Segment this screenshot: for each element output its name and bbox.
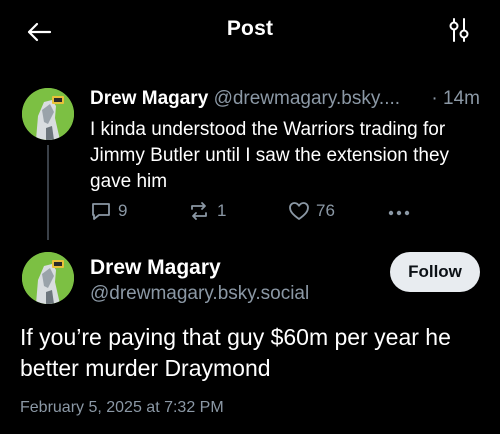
like-button[interactable]: 76 — [288, 200, 335, 222]
thread-line — [47, 145, 49, 240]
more-dots-icon — [388, 210, 410, 216]
post-actions: 9 1 76 — [90, 200, 490, 228]
avatar-image — [22, 252, 74, 304]
like-count: 76 — [316, 201, 335, 220]
avatar[interactable] — [22, 88, 74, 140]
repost-count: 1 — [217, 201, 227, 220]
post-text: If you’re paying that guy $60m per year … — [20, 324, 451, 381]
reply-icon — [92, 203, 110, 220]
handle[interactable]: @drewmagary.bsky.... — [214, 88, 400, 109]
filter-button[interactable] — [444, 15, 474, 45]
post-text: I kinda understood the Warriors trading … — [90, 119, 450, 192]
more-options-button[interactable] — [387, 202, 417, 224]
avatar[interactable] — [22, 252, 74, 304]
display-name[interactable]: Drew Magary — [90, 256, 221, 280]
heart-icon — [289, 202, 309, 220]
display-name[interactable]: Drew Magary — [90, 88, 208, 109]
post-time[interactable]: · 14m — [431, 88, 480, 110]
parent-author[interactable]: Drew Magary @drewmagary.bsky.... — [90, 88, 400, 110]
post-timestamp: February 5, 2025 at 7:32 PM — [20, 399, 224, 416]
follow-button[interactable]: Follow — [390, 252, 480, 292]
header: Post — [0, 0, 500, 60]
repost-icon — [191, 202, 207, 220]
reply-button[interactable]: 9 — [90, 200, 127, 222]
repost-button[interactable]: 1 — [187, 200, 226, 222]
reply-count: 9 — [118, 201, 128, 220]
page-title: Post — [226, 17, 274, 40]
avatar-image — [22, 88, 74, 140]
sliders-icon — [449, 18, 469, 42]
handle[interactable]: @drewmagary.bsky.social — [90, 283, 309, 305]
